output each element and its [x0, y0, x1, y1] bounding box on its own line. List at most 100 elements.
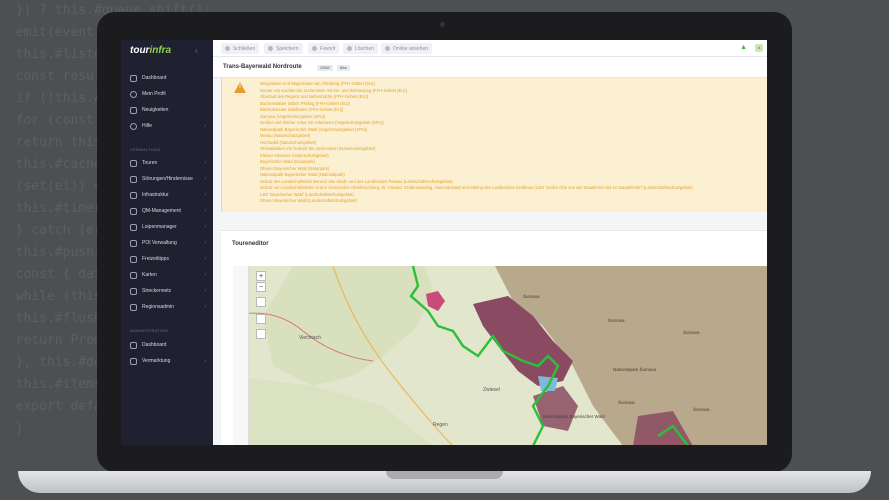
warning-line: Bayerischer Wald (Naturpark) — [260, 159, 315, 164]
sidebar-item-profile[interactable]: Mein Profil — [130, 89, 210, 99]
tour-editor-card: Toureneditor Viechtach Zwiesel Regen Šum… — [221, 230, 767, 445]
warning-line: Oberer Bayerischer Wald (Landschaftsschu… — [260, 198, 357, 203]
sidebar-item-news[interactable]: Neuigkeiten — [130, 105, 210, 115]
save-button[interactable]: Speichern — [264, 43, 303, 54]
close-icon — [225, 46, 230, 51]
delete-button[interactable]: Löschen — [343, 43, 378, 54]
avatar[interactable]: A — [755, 44, 763, 52]
warning-line: Nationalpark Bayerischer Wald (Nationalp… — [260, 172, 345, 177]
sidebar-item-touren[interactable]: Touren › — [130, 158, 210, 168]
sidebar-item-karten[interactable]: Karten › — [130, 270, 210, 280]
save-icon — [268, 46, 273, 51]
close-button[interactable]: Schließen — [221, 43, 260, 54]
camera — [440, 22, 445, 27]
section-verwaltung: VERWALTUNG — [130, 147, 161, 152]
megaphone-icon — [130, 357, 137, 365]
app-logo[interactable]: tourinfra — [130, 45, 171, 56]
sidebar-item-vermarktung[interactable]: Vermarktung › — [130, 356, 210, 366]
sidebar-item-streckennetz[interactable]: Streckennetz › — [130, 286, 210, 296]
tour-editor-title: Toureneditor — [232, 241, 269, 247]
zoom-out-button[interactable]: − — [256, 282, 266, 292]
dashboard-icon — [130, 74, 137, 82]
chevron-right-icon: › — [204, 123, 206, 129]
chevron-right-icon: › — [204, 272, 206, 278]
map[interactable]: Viechtach Zwiesel Regen Šumava Šumava Šu… — [233, 266, 767, 445]
warning-line: Bergwiesen und Magerrasen am Ohreberg (F… — [260, 81, 375, 86]
page-header: Trans-Bayerwald Nordroute 25963 Bike — [213, 57, 767, 78]
warning-line: Bischofsreuter Waldhufen (FFH-Gebiet (EU… — [260, 107, 344, 112]
map-label: Nationalpark Bayerischer Wald — [543, 414, 605, 419]
warning-line: Nationalpark Bayerischer Wald (Vogelschu… — [260, 126, 368, 132]
chevron-right-icon: › — [204, 192, 206, 198]
bell-icon[interactable]: ▲ — [740, 44, 747, 51]
route-icon — [130, 159, 137, 167]
chevron-right-icon: › — [204, 304, 206, 310]
warning-line: Mesau (Naturschutzgebiet) — [260, 133, 311, 138]
map-label: Šumava — [523, 293, 540, 299]
warning-line: LSG 'Bayerischer Wald' (Landschaftsschut… — [260, 191, 354, 197]
chevron-right-icon: › — [204, 176, 206, 182]
collapse-sidebar-icon[interactable]: ‹ — [195, 46, 198, 55]
map-label: Regen — [433, 422, 448, 428]
sidebar-item-poi[interactable]: POI Verwaltung › — [130, 238, 210, 248]
section-administration: ADMINISTRATION — [130, 328, 169, 333]
chevron-right-icon: › — [204, 160, 206, 166]
edit-tool-button[interactable] — [256, 314, 266, 324]
draw-tool-button[interactable] — [256, 297, 266, 307]
protected-area-warning: Bergwiesen und Magerrasen am Ohreberg (F… — [221, 78, 767, 212]
chevron-right-icon: › — [204, 256, 206, 262]
news-icon — [130, 106, 137, 114]
admin-icon — [130, 303, 137, 311]
zoom-in-button[interactable]: + — [256, 271, 266, 281]
view-online-button[interactable]: Online ansehen — [381, 43, 433, 54]
sidebar-item-admin-dashboard[interactable]: Dashboard — [130, 340, 210, 350]
warning-line: Ohrwaldeben mit Trebnitz bis Jachenstein… — [260, 146, 376, 151]
warning-line: Buchenwälder östlich Pfelling (FFH-Gebie… — [260, 100, 351, 106]
star-icon — [312, 46, 317, 51]
sidebar-item-help[interactable]: Hilfe › — [130, 121, 210, 131]
toolbar: Schließen Speichern Favorit Löschen Onli… — [213, 40, 767, 57]
chart-icon — [130, 207, 137, 215]
sidebar-item-freizeit[interactable]: Freizeittipps › — [130, 254, 210, 264]
map-tool-strip — [233, 266, 249, 445]
warning-line: Oberlauf des Regens und Nebenbäche (FFH-… — [260, 94, 369, 99]
map-label: Šumava — [618, 399, 635, 405]
gear-icon — [130, 191, 137, 199]
chevron-right-icon: › — [204, 240, 206, 246]
warning-line: Schutz von Landschaftsteilen in den Geme… — [260, 185, 693, 190]
warning-line: Oberer Bayerischer Wald (Naturpark) — [260, 165, 330, 171]
warning-line: Kleiner Arbersee (Naturschutzgebiet) — [260, 152, 329, 158]
warning-icon — [234, 82, 246, 93]
pin-icon — [130, 239, 137, 247]
warning-line: Großer und Kleiner Arber mit Arberseen (… — [260, 120, 384, 125]
id-badge: 25963 — [317, 65, 333, 71]
map-icon — [130, 271, 137, 279]
document-icon — [130, 255, 137, 263]
chevron-right-icon: › — [204, 288, 206, 294]
help-icon — [130, 122, 137, 130]
sidebar-item-regionsadmin[interactable]: Regionsadmin › — [130, 302, 210, 312]
sidebar-item-stoerungen[interactable]: Störungen/Hindernisse › — [130, 174, 210, 184]
map-canvas[interactable]: Viechtach Zwiesel Regen Šumava Šumava Šu… — [233, 266, 767, 445]
warning-line: Hochwald (Naturschutzgebiet) — [260, 139, 317, 145]
sidebar: tourinfra ‹ Dashboard Mein Profil Neuigk… — [121, 40, 213, 445]
warning-line: Sumava (Vogelschutzgebiet (SPA)) — [260, 113, 326, 119]
map-label: Nationalpark Šumava — [613, 366, 657, 372]
warning-icon — [130, 175, 137, 183]
chevron-right-icon: › — [204, 208, 206, 214]
sidebar-item-infrastruktur[interactable]: Infrastruktur › — [130, 190, 210, 200]
map-label: Zwiesel — [483, 387, 500, 393]
dashboard-icon — [130, 341, 137, 349]
delete-tool-button[interactable] — [256, 329, 266, 339]
map-label: Šumava — [608, 317, 625, 323]
map-label: Šumava — [683, 329, 700, 335]
sidebar-item-loipen[interactable]: Loipenmanager › — [130, 222, 210, 232]
warning-line: Schutz des Landschaftsteils Bereich des … — [260, 178, 453, 184]
ski-icon — [130, 223, 137, 231]
sidebar-item-dashboard[interactable]: Dashboard — [130, 73, 210, 83]
favorite-button[interactable]: Favorit — [308, 43, 340, 54]
warning-line: Donau von Kachlet bis Jochenstein mit In… — [260, 87, 408, 93]
eye-icon — [385, 46, 390, 51]
sidebar-item-qm[interactable]: QM-Management › — [130, 206, 210, 216]
type-badge: Bike — [337, 65, 350, 71]
